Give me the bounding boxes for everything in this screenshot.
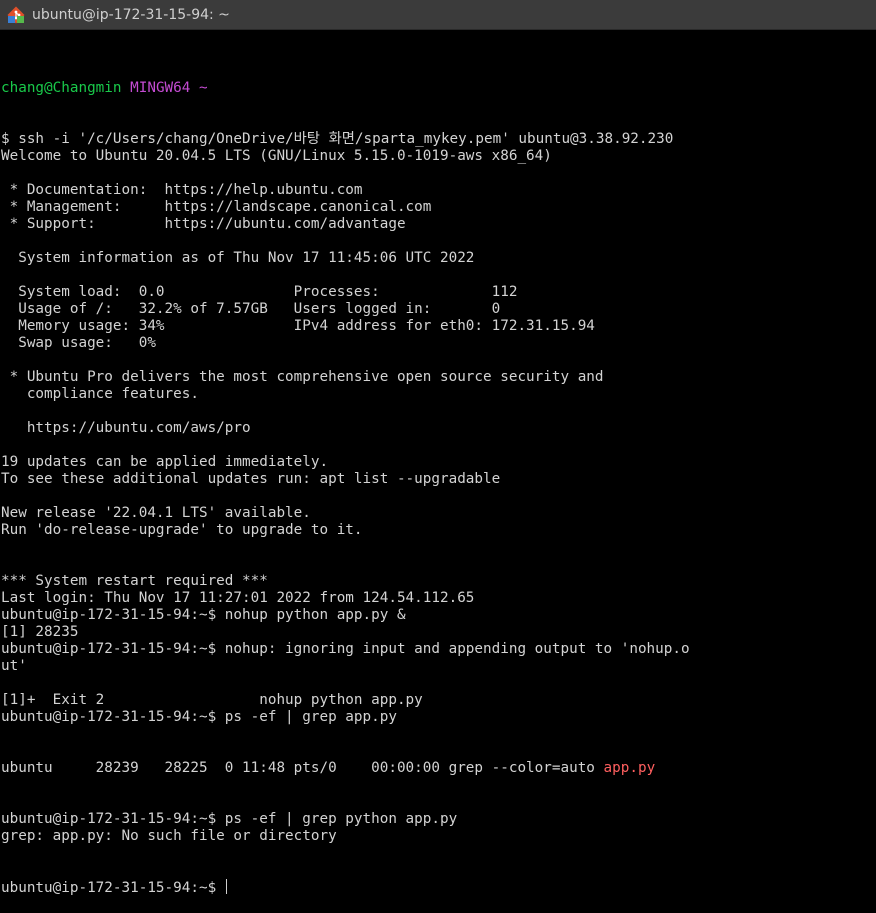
terminal-line: System load: 0.0 Processes: 112 xyxy=(1,284,518,300)
terminal-output[interactable]: chang@Changmin MINGW64 ~ $ ssh -i '/c/Us… xyxy=(1,46,876,913)
terminal-line: New release '22.04.1 LTS' available. xyxy=(1,505,311,521)
terminal-line: [1] 28235 xyxy=(1,624,79,640)
local-prompt-header: chang@Changmin MINGW64 ~ xyxy=(1,80,876,97)
terminal-line-grep-result: ubuntu 28239 28225 0 11:48 pts/0 00:00:0… xyxy=(1,760,876,777)
terminal-line: * Ubuntu Pro delivers the most comprehen… xyxy=(1,369,604,385)
terminal-line: System information as of Thu Nov 17 11:4… xyxy=(1,250,475,266)
terminal-line: [1]+ Exit 2 nohup python app.py xyxy=(1,692,423,708)
terminal-line: * Documentation: https://help.ubuntu.com xyxy=(1,182,363,198)
terminal-current-prompt[interactable]: ubuntu@ip-172-31-15-94:~$ xyxy=(1,879,876,896)
prompt-env: MINGW64 xyxy=(130,80,191,96)
final-prompt: ubuntu@ip-172-31-15-94:~$ xyxy=(1,880,225,896)
git-bash-icon xyxy=(6,5,26,25)
terminal-line: To see these additional updates run: apt… xyxy=(1,471,501,487)
terminal-line: ubuntu@ip-172-31-15-94:~$ nohup python a… xyxy=(1,607,406,623)
terminal-line: Welcome to Ubuntu 20.04.5 LTS (GNU/Linux… xyxy=(1,148,552,164)
terminal-line: grep: app.py: No such file or directory xyxy=(1,828,337,844)
terminal-lines: $ ssh -i '/c/Users/chang/OneDrive/바탕 화면/… xyxy=(1,131,876,726)
terminal-line: ubuntu@ip-172-31-15-94:~$ ps -ef | grep … xyxy=(1,811,458,827)
terminal-line: compliance features. xyxy=(1,386,199,402)
terminal-line: Memory usage: 34% IPv4 address for eth0:… xyxy=(1,318,595,334)
terminal-lines-after: ubuntu@ip-172-31-15-94:~$ ps -ef | grep … xyxy=(1,811,876,845)
terminal-line: ut' xyxy=(1,658,27,674)
terminal-line: $ ssh -i '/c/Users/chang/OneDrive/바탕 화면/… xyxy=(1,131,674,147)
terminal-line: ubuntu@ip-172-31-15-94:~$ ps -ef | grep … xyxy=(1,709,397,725)
window-titlebar[interactable]: ubuntu@ip-172-31-15-94: ~ xyxy=(0,0,876,30)
terminal-line: ubuntu@ip-172-31-15-94:~$ nohup: ignorin… xyxy=(1,641,690,657)
terminal-line: Last login: Thu Nov 17 11:27:01 2022 fro… xyxy=(1,590,475,606)
terminal-line: * Support: https://ubuntu.com/advantage xyxy=(1,216,406,232)
terminal-line: https://ubuntu.com/aws/pro xyxy=(1,420,251,436)
prompt-dir: ~ xyxy=(199,80,208,96)
terminal-line: Run 'do-release-upgrade' to upgrade to i… xyxy=(1,522,363,538)
window-title: ubuntu@ip-172-31-15-94: ~ xyxy=(32,6,230,23)
text-cursor xyxy=(225,879,227,894)
terminal-line: 19 updates can be applied immediately. xyxy=(1,454,329,470)
terminal-line: *** System restart required *** xyxy=(1,573,268,589)
grep-result-text: ubuntu 28239 28225 0 11:48 pts/0 00:00:0… xyxy=(1,760,604,776)
terminal-line: Swap usage: 0% xyxy=(1,335,156,351)
grep-match-highlight: app.py xyxy=(603,760,656,776)
prompt-user: chang@Changmin xyxy=(1,80,122,96)
terminal-line: * Management: https://landscape.canonica… xyxy=(1,199,432,215)
terminal-line: Usage of /: 32.2% of 7.57GB Users logged… xyxy=(1,301,501,317)
